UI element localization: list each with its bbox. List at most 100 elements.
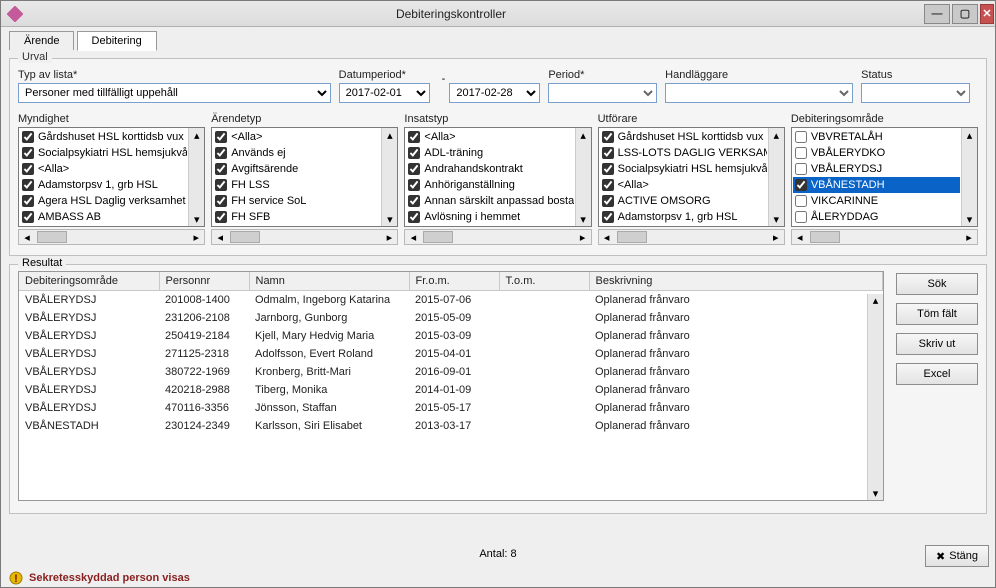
table-row[interactable]: VBÅLERYDSJ250419-2184Kjell, Mary Hedvig … [19,327,883,345]
scroll-down-icon[interactable]: ▾ [189,212,204,226]
handl-combo[interactable] [665,83,853,103]
col-namn[interactable]: Namn [249,272,409,291]
checkbox[interactable] [408,179,420,191]
hscroll[interactable]: ◂▸ [404,229,591,245]
vscroll[interactable]: ▴▾ [381,128,397,226]
scroll-thumb[interactable] [37,231,67,243]
checkbox[interactable] [408,211,420,223]
scroll-left-icon[interactable]: ◂ [792,230,808,244]
checkbox[interactable] [795,195,807,207]
datum-to[interactable]: 2017-02-28 [449,83,540,103]
check-item[interactable]: Gårdshuset HSL korttidsb vux [600,129,767,145]
scroll-right-icon[interactable]: ▸ [188,230,204,244]
check-item[interactable]: Annan särskilt anpassad bosta [406,193,573,209]
check-item[interactable]: Socialpsykiatri HSL hemsjukvå [600,161,767,177]
col-tom[interactable]: T.o.m. [499,272,589,291]
scroll-down-icon[interactable]: ▾ [382,212,397,226]
checkbox[interactable] [215,131,227,143]
table-row[interactable]: VBÅLERYDSJ271125-2318Adolfsson, Evert Ro… [19,345,883,363]
minimize-button[interactable]: — [924,4,950,24]
checkbox[interactable] [602,195,614,207]
check-item[interactable]: Gårdshuset HSL korttidsb vux [20,129,187,145]
scroll-down-icon[interactable]: ▾ [873,487,879,500]
hscroll[interactable]: ◂▸ [598,229,785,245]
col-debitering[interactable]: Debiteringsområde [19,272,159,291]
table-row[interactable]: VBÅNESTADH230124-2349Karlsson, Siri Elis… [19,417,883,435]
scroll-down-icon[interactable]: ▾ [769,212,784,226]
stang-button[interactable]: ✖ Stäng [925,545,989,567]
check-item[interactable]: Används ej [213,145,380,161]
checkbox[interactable] [602,211,614,223]
check-item[interactable]: ADL-träning [406,145,573,161]
checkbox[interactable] [602,163,614,175]
checkbox[interactable] [22,195,34,207]
scroll-left-icon[interactable]: ◂ [19,230,35,244]
scroll-right-icon[interactable]: ▸ [575,230,591,244]
period-combo[interactable] [548,83,657,103]
status-combo[interactable] [861,83,970,103]
checkbox[interactable] [602,179,614,191]
checkbox[interactable] [22,147,34,159]
vscroll[interactable]: ▴▾ [768,128,784,226]
scroll-up-icon[interactable]: ▴ [382,128,397,142]
check-item[interactable]: FH SFB [213,209,380,225]
skriv-button[interactable]: Skriv ut [896,333,978,355]
scroll-down-icon[interactable]: ▾ [962,212,977,226]
scroll-thumb[interactable] [230,231,260,243]
check-item[interactable]: LSS-LOTS DAGLIG VERKSAMH [600,145,767,161]
check-item[interactable]: FH LSS [213,177,380,193]
vscroll[interactable]: ▴▾ [575,128,591,226]
vscroll[interactable]: ▴▾ [188,128,204,226]
checklist-insatstyp[interactable]: <Alla>ADL-träningAndrahandskontraktAnhör… [404,127,591,227]
check-item[interactable]: <Alla> [20,161,187,177]
scroll-up-icon[interactable]: ▴ [962,128,977,142]
checkbox[interactable] [408,163,420,175]
scroll-thumb[interactable] [617,231,647,243]
checkbox[interactable] [22,163,34,175]
table-row[interactable]: VBÅLERYDSJ420218-2988Tiberg, Monika2014-… [19,381,883,399]
check-item[interactable]: Anhöriganställning [406,177,573,193]
checkbox[interactable] [215,147,227,159]
typ-combo[interactable]: Personer med tillfälligt uppehåll [18,83,331,103]
check-item[interactable]: <Alla> [406,129,573,145]
checkbox[interactable] [408,131,420,143]
scroll-left-icon[interactable]: ◂ [405,230,421,244]
checkbox[interactable] [215,195,227,207]
scroll-right-icon[interactable]: ▸ [961,230,977,244]
scroll-up-icon[interactable]: ▴ [769,128,784,142]
checkbox[interactable] [22,179,34,191]
check-item[interactable]: VBÅNESTADH [793,177,960,193]
scroll-left-icon[interactable]: ◂ [212,230,228,244]
check-item[interactable]: Adamstorpsv 1, grb HSL [600,209,767,225]
maximize-button[interactable]: ▢ [952,4,978,24]
checkbox[interactable] [22,131,34,143]
grid-vscroll[interactable]: ▴ ▾ [867,294,883,500]
scroll-thumb[interactable] [810,231,840,243]
close-button[interactable]: ✕ [980,4,994,24]
scroll-down-icon[interactable]: ▾ [576,212,591,226]
check-item[interactable]: Agera HSL Daglig verksamhet [20,193,187,209]
checkbox[interactable] [215,163,227,175]
table-row[interactable]: VBÅLERYDSJ231206-2108Jarnborg, Gunborg20… [19,309,883,327]
check-item[interactable]: AMBASS AB [20,209,187,225]
check-item[interactable]: <Alla> [600,177,767,193]
result-grid[interactable]: Debiteringsområde Personnr Namn Fr.o.m. … [18,271,884,501]
check-item[interactable]: Andrahandskontrakt [406,161,573,177]
checkbox[interactable] [602,131,614,143]
table-row[interactable]: VBÅLERYDSJ201008-1400Odmalm, Ingeborg Ka… [19,291,883,309]
check-item[interactable]: VBVRETALÅH [793,129,960,145]
tom-button[interactable]: Töm fält [896,303,978,325]
check-item[interactable]: Avgiftsärende [213,161,380,177]
scroll-left-icon[interactable]: ◂ [599,230,615,244]
check-item[interactable]: Adamstorpsv 1, grb HSL [20,177,187,193]
datum-from[interactable]: 2017-02-01 [339,83,430,103]
checkbox[interactable] [408,195,420,207]
check-item[interactable]: Avlösning i hemmet [406,209,573,225]
hscroll[interactable]: ◂▸ [791,229,978,245]
checkbox[interactable] [795,163,807,175]
check-item[interactable]: FH service SoL [213,193,380,209]
checklist-arendetyp[interactable]: <Alla>Används ejAvgiftsärendeFH LSSFH se… [211,127,398,227]
check-item[interactable]: <Alla> [213,129,380,145]
check-item[interactable]: Socialpsykiatri HSL hemsjukvå [20,145,187,161]
check-item[interactable]: VBÅLERYDKO [793,145,960,161]
